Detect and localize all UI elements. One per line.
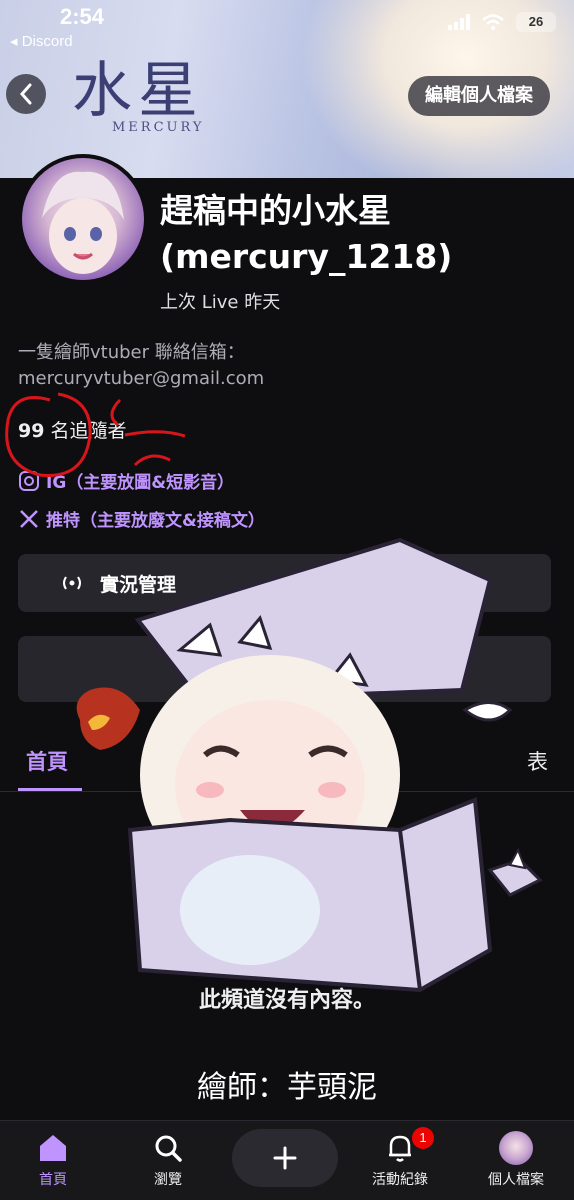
tabbar-profile[interactable]: 個人檔案: [466, 1131, 566, 1189]
notification-badge: 1: [412, 1127, 434, 1149]
twitter-link[interactable]: 推特（主要放廢文&接稿文）: [18, 506, 265, 531]
avatar-art: [42, 171, 124, 274]
battery-icon: 26: [516, 12, 556, 32]
follower-number: 99: [18, 420, 45, 442]
back-to-app-link[interactable]: ◂ Discord: [10, 32, 73, 50]
follower-label: 名追隨者: [44, 420, 127, 442]
banner-logo: 水星 MERCURY: [58, 42, 248, 152]
bell-icon: [389, 1135, 411, 1162]
chevron-left-icon: [19, 83, 32, 105]
banner-logo-kanji: 水星: [72, 56, 204, 126]
bio-line: 一隻繪師vtuber 聯絡信箱：: [18, 342, 245, 363]
artist-credit: 繪師：芋頭泥: [197, 1070, 377, 1105]
back-button[interactable]: [6, 74, 46, 114]
tabbar-home-label: 首頁: [39, 1172, 67, 1188]
x-logo-icon: [20, 509, 38, 528]
instagram-icon: [19, 470, 39, 491]
tabbar-browse-label: 瀏覽: [154, 1172, 182, 1188]
bio-email: mercuryvtuber@gmail.com: [18, 368, 265, 389]
tabbar-home[interactable]: 首頁: [3, 1131, 103, 1189]
banner-logo-sub: MERCURY: [112, 120, 205, 135]
follower-count[interactable]: 99 名追隨者: [18, 416, 127, 443]
edit-profile-button[interactable]: 編輯個人檔案: [408, 76, 550, 116]
profile-avatar[interactable]: [18, 154, 148, 284]
status-icons: 26: [448, 12, 556, 32]
create-button[interactable]: [232, 1129, 338, 1187]
tabbar-browse[interactable]: 瀏覽: [118, 1131, 218, 1189]
profile-avatar-icon: [499, 1131, 533, 1165]
search-icon: [155, 1135, 182, 1162]
tabbar-activity-label: 活動紀錄: [372, 1172, 428, 1188]
last-live-status: 上次 Live 昨天: [160, 292, 281, 313]
instagram-link-label: IG（主要放圖&短影音）: [46, 473, 235, 493]
instagram-link[interactable]: IG（主要放圖&短影音）: [18, 468, 234, 493]
status-bar: 2:54 ◂ Discord 26: [0, 0, 574, 54]
home-icon: [40, 1135, 66, 1161]
tabbar-activity[interactable]: 1 活動紀錄: [350, 1127, 450, 1189]
display-name: 趕稿中的小水星 (mercury_1218): [160, 188, 560, 280]
wifi-icon: [482, 14, 504, 30]
status-time: 2:54: [60, 4, 105, 29]
tabbar-profile-label: 個人檔案: [488, 1172, 544, 1188]
username: (mercury_1218): [160, 237, 453, 276]
plus-icon: [273, 1146, 297, 1170]
display-name-main: 趕稿中的小水星: [160, 191, 391, 230]
tab-home[interactable]: 首頁: [26, 746, 68, 776]
bottom-tab-bar: 首頁 瀏覽 1 活動紀錄 個人檔案: [0, 1120, 574, 1200]
chibi-sticker: [76, 537, 543, 993]
twitter-link-label: 推特（主要放廢文&接稿文）: [46, 511, 265, 531]
signal-icon: [448, 14, 470, 30]
channel-bio: 一隻繪師vtuber 聯絡信箱： mercuryvtuber@gmail.com: [18, 340, 558, 392]
